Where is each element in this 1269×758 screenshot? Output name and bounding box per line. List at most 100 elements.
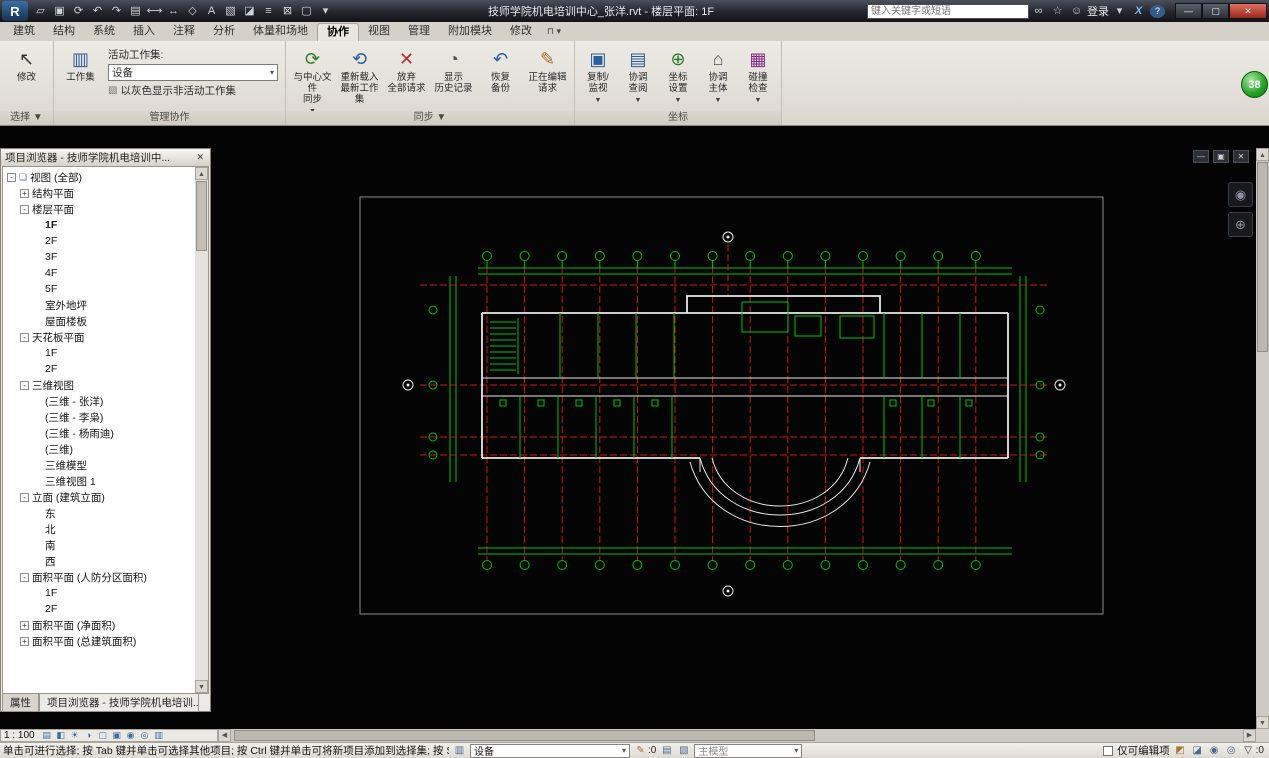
- interference-check-button[interactable]: ▦ 碰撞 检查 ▼: [738, 43, 778, 110]
- temporary-hide-isolate-icon[interactable]: ◉: [124, 730, 138, 741]
- save-button[interactable]: ▣: [51, 3, 68, 20]
- modify-button[interactable]: ↖ 修改: [3, 43, 50, 83]
- ribbon-tab-结构[interactable]: 结构: [44, 23, 84, 41]
- browser-scroll-down-icon[interactable]: ▼: [195, 680, 208, 693]
- ribbon-tab-建筑[interactable]: 建筑: [4, 23, 44, 41]
- exchange-apps-icon[interactable]: X: [1131, 3, 1146, 19]
- worksharing-display-icon[interactable]: ▥: [152, 730, 166, 741]
- press-drag-icon[interactable]: ◪: [1191, 745, 1204, 756]
- tree-item[interactable]: 三维视图 1: [3, 473, 195, 489]
- open-file-button[interactable]: ▱: [32, 3, 49, 20]
- tree-item[interactable]: - 楼层平面: [3, 201, 195, 217]
- sun-path-icon[interactable]: ☀: [68, 730, 82, 741]
- tree-item[interactable]: 北: [3, 521, 195, 537]
- tab-properties[interactable]: 属性: [2, 694, 39, 712]
- tree-expander-icon[interactable]: -: [20, 332, 29, 342]
- undo-button[interactable]: ↶: [89, 3, 106, 20]
- crop-view-icon[interactable]: ▢: [96, 730, 110, 741]
- horizontal-scroll-thumb[interactable]: [234, 730, 816, 741]
- restore-backup-button[interactable]: ↶ 恢复 备份: [477, 43, 524, 110]
- user-icon[interactable]: ☺: [1069, 3, 1084, 19]
- tree-expander-icon[interactable]: -: [20, 204, 29, 214]
- browser-scroll-up-icon[interactable]: ▲: [195, 167, 208, 180]
- vertical-scroll-track[interactable]: [1256, 353, 1269, 716]
- section-button[interactable]: ◪: [241, 3, 258, 20]
- tree-expander-icon[interactable]: -: [20, 380, 29, 390]
- tree-item[interactable]: 4F: [3, 265, 195, 281]
- sign-in-label[interactable]: 登录: [1087, 3, 1109, 19]
- coordination-review-button[interactable]: ▤ 协调 查阅 ▼: [618, 43, 658, 110]
- ribbon-tab-修改[interactable]: 修改: [501, 23, 541, 41]
- detail-level-icon[interactable]: ▤: [40, 730, 54, 741]
- editable-only-display-icon[interactable]: ▧: [677, 745, 690, 756]
- coordination-host-button[interactable]: ⌂ 协调 主体 ▼: [698, 43, 738, 110]
- editable-only-checkbox[interactable]: [1103, 745, 1114, 756]
- sign-in-menu-arrow-icon[interactable]: ▾: [1112, 3, 1127, 19]
- ribbon-display-toggle-icon[interactable]: ⊓ ▾: [547, 23, 561, 41]
- tree-item[interactable]: 2F: [3, 361, 195, 377]
- tree-item[interactable]: (三维 - 李枭): [3, 409, 195, 425]
- tree-item[interactable]: + 面积平面 (总建筑面积): [3, 633, 195, 649]
- coordinates-button[interactable]: ⊕ 坐标 设置 ▼: [658, 43, 698, 110]
- worksets-status-icon[interactable]: ▥: [453, 745, 466, 756]
- minimize-button[interactable]: —: [1175, 3, 1202, 19]
- measure-button[interactable]: ⟷: [146, 3, 163, 20]
- browser-scroll-thumb[interactable]: [196, 181, 207, 251]
- tab-project-browser[interactable]: 项目浏览器 - 技师学院机电培训...: [39, 694, 199, 712]
- visual-style-icon[interactable]: ◧: [54, 730, 68, 741]
- close-button[interactable]: ✕: [1229, 3, 1267, 19]
- exclude-options-icon[interactable]: ◩: [1174, 745, 1187, 756]
- subscription-icon[interactable]: ☆: [1050, 3, 1065, 19]
- tree-item[interactable]: 1F: [3, 585, 195, 601]
- editing-requests-icon[interactable]: ✎: [634, 745, 647, 756]
- tree-item[interactable]: 三维模型: [3, 457, 195, 473]
- tree-item[interactable]: (三维 - 杨雨迪): [3, 425, 195, 441]
- relinquish-all-button[interactable]: ✕ 放弃 全部请求: [383, 43, 430, 110]
- copy-monitor-button[interactable]: ▣ 复制/ 监视 ▼: [578, 43, 618, 110]
- zoom-button[interactable]: ⊕: [1228, 212, 1253, 237]
- search-icon[interactable]: ∞: [1031, 3, 1046, 19]
- select-pinned-icon[interactable]: ◉: [1208, 745, 1221, 756]
- tag-by-category-button[interactable]: ◇: [184, 3, 201, 20]
- browser-scrollbar[interactable]: ▲ ▼: [195, 167, 208, 693]
- vertical-scroll-thumb[interactable]: [1257, 162, 1268, 352]
- tree-item[interactable]: 2F: [3, 601, 195, 617]
- tree-item[interactable]: - 天花板平面: [3, 329, 195, 345]
- project-browser-titlebar[interactable]: 项目浏览器 - 技师学院机电培训中... ✕: [1, 149, 210, 166]
- tree-expander-icon[interactable]: -: [20, 572, 29, 582]
- tree-item[interactable]: 室外地坪: [3, 297, 195, 313]
- workset-status-select[interactable]: 设备 ▾: [470, 743, 630, 758]
- tree-item[interactable]: - 立面 (建筑立面): [3, 489, 195, 505]
- tree-item[interactable]: 5F: [3, 281, 195, 297]
- tree-item[interactable]: 1F: [3, 217, 195, 233]
- show-history-button[interactable]: ◔ 显示 历史记录: [430, 43, 477, 110]
- tree-expander-icon[interactable]: -: [20, 492, 29, 502]
- ribbon-tab-协作[interactable]: 协作: [317, 23, 359, 41]
- tree-item[interactable]: 1F: [3, 345, 195, 361]
- default-3d-view-button[interactable]: ▧: [222, 3, 239, 20]
- shadows-icon[interactable]: ◑: [82, 730, 96, 741]
- select-underlay-icon[interactable]: ◎: [1225, 745, 1238, 756]
- gray-inactive-worksets-toggle[interactable]: ▧ 以灰色显示非活动工作集: [108, 83, 278, 98]
- tree-item[interactable]: + 面积平面 (净面积): [3, 617, 195, 633]
- tree-item[interactable]: - 三维视图: [3, 377, 195, 393]
- horizontal-scrollbar[interactable]: ◀ ▶: [218, 729, 1256, 742]
- reload-latest-button[interactable]: ⟲ 重新载入 最新工作集: [336, 43, 383, 110]
- ribbon-tab-附加模块[interactable]: 附加模块: [439, 23, 501, 41]
- tree-expander-icon[interactable]: +: [20, 188, 29, 198]
- ribbon-tab-管理[interactable]: 管理: [399, 23, 439, 41]
- print-button[interactable]: ▤: [127, 3, 144, 20]
- drawing-area[interactable]: — ▣ ✕ ◉ ⊕ ▲ ▼ 项目浏览器 - 技师学院机电培训中... ✕ - ❏ 视…: [0, 126, 1269, 729]
- maximize-button[interactable]: ▢: [1202, 3, 1229, 19]
- tree-item[interactable]: - ❏ 视图 (全部): [3, 169, 195, 185]
- design-option-select[interactable]: 主模型 ▾: [694, 743, 803, 758]
- tree-expander-icon[interactable]: -: [7, 172, 16, 182]
- active-workset-select[interactable]: 设备 ▾: [108, 64, 278, 81]
- tree-expander-icon[interactable]: +: [20, 620, 29, 630]
- scroll-down-icon[interactable]: ▼: [1256, 716, 1269, 729]
- search-input[interactable]: [867, 3, 1029, 19]
- sync-with-central-button[interactable]: ⟳与中心文件 同步▼: [289, 43, 336, 115]
- text-note-button[interactable]: A: [203, 3, 220, 20]
- aligned-dimension-button[interactable]: ↔: [165, 3, 182, 20]
- sync-with-central-button[interactable]: ⟳: [70, 3, 87, 20]
